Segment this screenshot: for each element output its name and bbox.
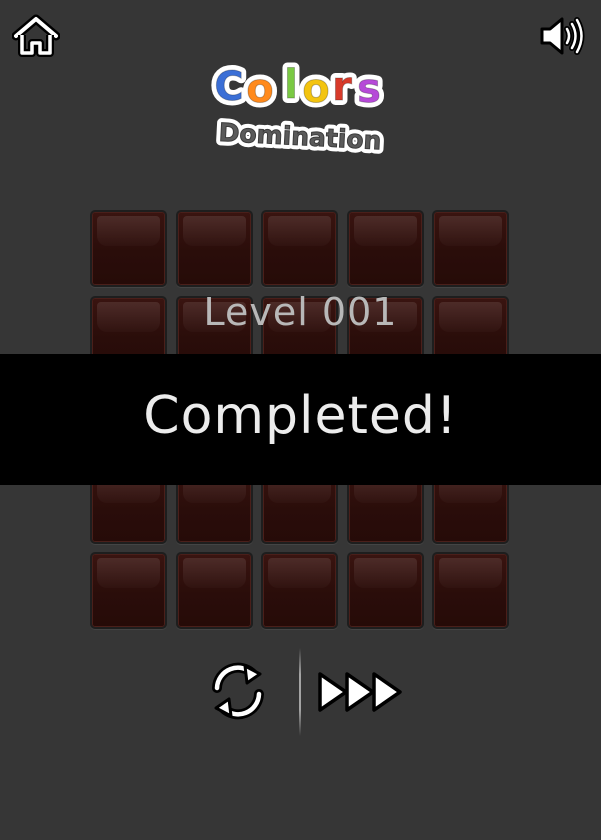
replay-icon	[212, 662, 264, 720]
game-logo: ColorsColors Domination Domination	[205, 57, 395, 160]
board-tile[interactable]	[346, 552, 424, 629]
logo-word-colors: Co l o r sC o l o r s	[209, 57, 386, 117]
logo-letter: s	[357, 66, 381, 112]
next-level-button[interactable]	[316, 668, 408, 716]
board-tile[interactable]	[90, 552, 167, 629]
board-tile[interactable]	[432, 210, 509, 287]
board-tile[interactable]	[175, 552, 253, 629]
board-tile[interactable]	[90, 210, 167, 287]
completed-text: Completed!	[143, 386, 458, 446]
board-tile[interactable]	[432, 552, 509, 629]
home-button[interactable]	[11, 14, 61, 58]
board-tile[interactable]	[175, 210, 253, 287]
controls-divider	[299, 648, 301, 736]
svg-text:Domination: Domination	[218, 118, 382, 155]
logo-letter: C	[214, 64, 243, 110]
fast-forward-icon	[318, 672, 402, 712]
logo-letter: l	[284, 62, 298, 108]
board-tile[interactable]	[261, 552, 338, 629]
speaker-volume-icon	[540, 17, 585, 55]
replay-button[interactable]	[205, 658, 271, 724]
sound-button[interactable]	[538, 14, 586, 58]
board-tile[interactable]	[346, 210, 424, 287]
logo-word-domination: Domination Domination	[214, 113, 387, 159]
logo-letter: o	[246, 66, 273, 112]
logo-letter: r	[332, 64, 352, 110]
home-icon	[11, 14, 61, 57]
logo-letter: o	[302, 66, 329, 112]
board-tile[interactable]	[261, 210, 338, 287]
level-label: Level 001	[203, 290, 398, 334]
